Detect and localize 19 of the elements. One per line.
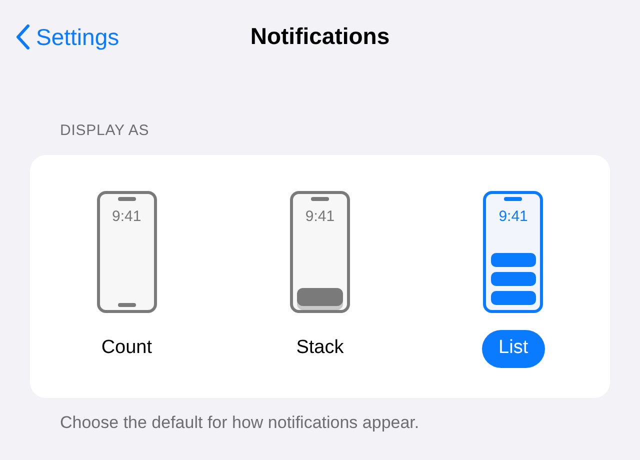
option-label[interactable]: List xyxy=(482,330,546,368)
notch-icon xyxy=(504,196,522,200)
lock-screen-time: 9:41 xyxy=(305,208,335,224)
notification-bar xyxy=(490,290,536,304)
back-button[interactable]: Settings xyxy=(16,20,120,54)
home-bar-icon xyxy=(118,302,136,306)
notch-icon xyxy=(310,196,329,200)
footer-text: Choose the default for how notifications appear. xyxy=(59,412,420,434)
stacked-notification xyxy=(296,288,343,306)
back-chevron-icon xyxy=(16,24,30,50)
notch-icon xyxy=(118,196,136,200)
option-label[interactable]: Count xyxy=(84,330,170,368)
page-title: Notifications xyxy=(250,22,390,51)
notification-bar xyxy=(490,252,536,266)
option-label[interactable]: Stack xyxy=(279,330,361,368)
section-header: DISPLAY AS xyxy=(59,121,150,141)
lock-screen-time: 9:41 xyxy=(112,208,142,224)
notification-bar xyxy=(490,272,536,286)
lock-screen-time: 9:41 xyxy=(498,208,528,224)
